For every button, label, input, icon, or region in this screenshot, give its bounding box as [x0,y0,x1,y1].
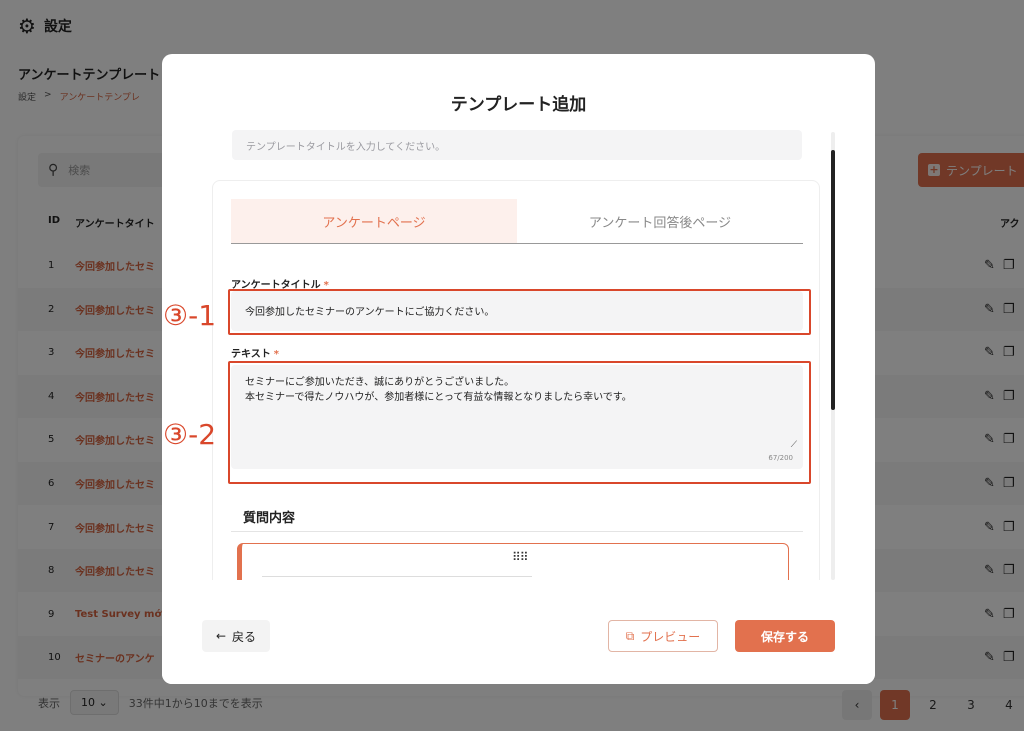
back-label: 戻る [232,629,257,644]
modal-footer: ← 戻る ⧉ プレビュー 保存する [162,580,875,684]
external-link-icon: ⧉ [625,628,635,643]
drag-handle-icon[interactable]: ⠿⠿ [512,550,529,564]
back-button[interactable]: ← 戻る [202,620,270,652]
questions-heading: 質問内容 [243,511,296,526]
template-title-input[interactable]: テンプレートタイトルを入力してください。 [232,130,802,160]
modal-scroll-area: テンプレートタイトルを入力してください。 アンケートページ アンケート回答後ペー… [162,130,875,580]
text-label: テキスト * [231,345,279,360]
annotation-label-2: ③-2 [163,418,217,451]
save-button[interactable]: 保存する [735,620,835,652]
question-input-underline [262,576,532,577]
annotation-label-1: ③-1 [163,299,217,332]
preview-button[interactable]: ⧉ プレビュー [608,620,718,652]
tab-after-answer-page[interactable]: アンケート回答後ページ [517,199,803,243]
tab-survey-page[interactable]: アンケートページ [231,199,517,243]
questions-divider [231,531,803,532]
page-tabs: アンケートページ アンケート回答後ページ [231,199,803,244]
question-card: ⠿⠿ [237,543,789,580]
text-label-text: テキスト [231,349,271,360]
preview-label: プレビュー [640,629,701,644]
modal-title: テンプレート追加 [450,95,587,115]
annotation-box-1 [228,289,811,335]
required-mark: * [273,349,279,360]
scrollbar-thumb[interactable] [831,150,835,410]
annotation-box-2 [228,361,811,484]
arrow-left-icon: ← [215,629,227,643]
